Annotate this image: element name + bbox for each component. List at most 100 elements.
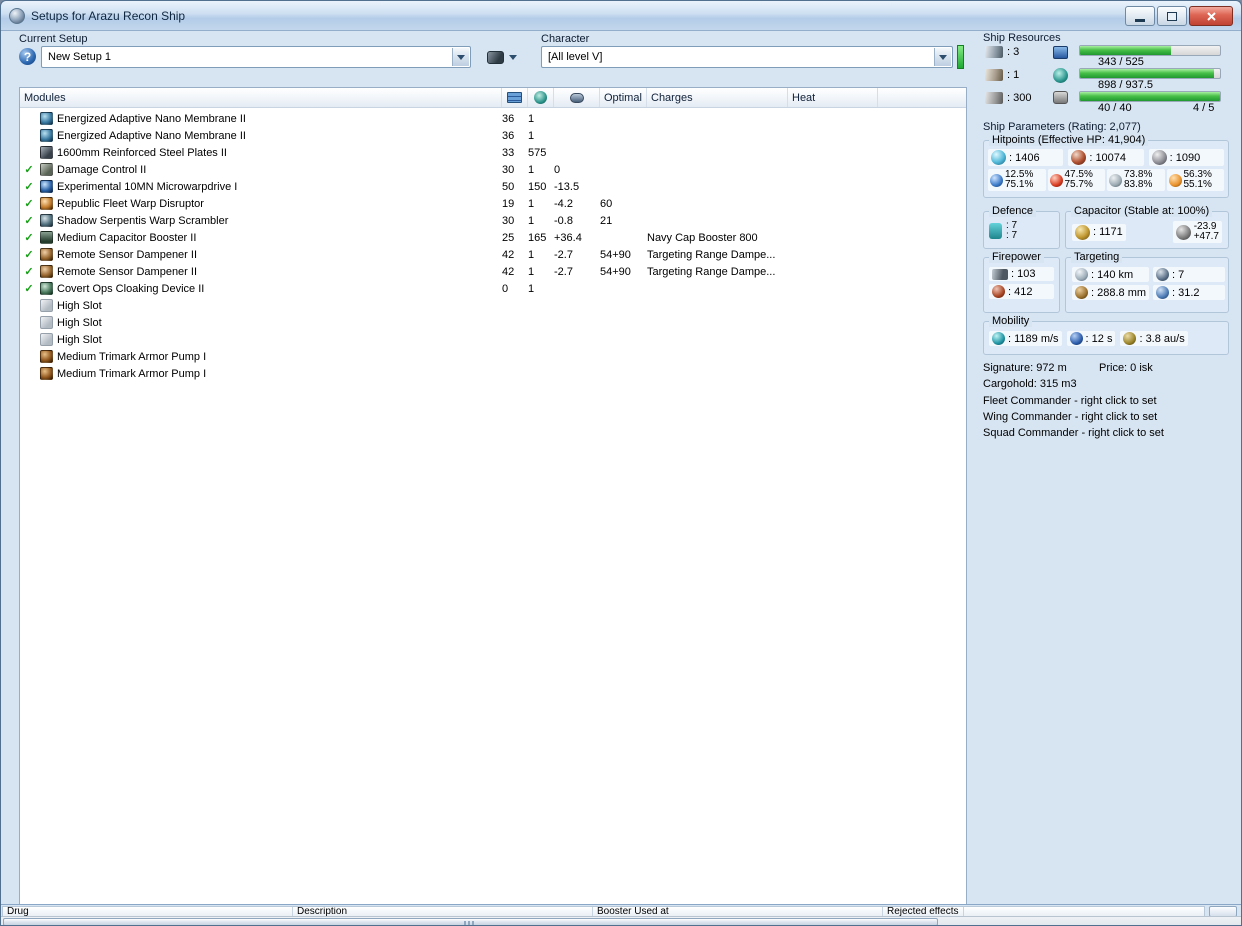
launcher-count: : 1: [1007, 69, 1020, 81]
table-row[interactable]: ✓ Covert Ops Cloaking Device II 0 1: [20, 280, 966, 297]
module-cpu: 30: [502, 214, 515, 227]
module-name: Covert Ops Cloaking Device II: [57, 282, 205, 295]
module-icon: [39, 299, 53, 312]
module-icon: [39, 112, 53, 125]
table-row[interactable]: High Slot: [20, 314, 966, 331]
table-row[interactable]: Medium Trimark Armor Pump I: [20, 348, 966, 365]
module-cpu: 36: [502, 129, 515, 142]
module-powergrid: 1: [528, 112, 535, 125]
horizontal-scrollbar[interactable]: [1, 916, 1241, 925]
module-name: Republic Fleet Warp Disruptor: [57, 197, 204, 210]
module-name: Experimental 10MN Microwarpdrive I: [57, 180, 238, 193]
restore-icon: [1167, 11, 1177, 21]
column-header-capacitor[interactable]: [554, 88, 600, 107]
rig-slots-text: 4 / 5: [1193, 102, 1215, 114]
module-powergrid: 575: [528, 146, 547, 159]
warp-speed: : 3.8 au/s: [1120, 331, 1188, 346]
current-setup-select[interactable]: New Setup 1: [41, 46, 471, 68]
table-row[interactable]: ✓ Remote Sensor Dampener II 42 1 -2.7 54…: [20, 263, 966, 280]
column-header-charges[interactable]: Charges: [647, 88, 788, 107]
character-select[interactable]: [All level V]: [541, 46, 953, 68]
resist-item: 47.5% 75.7%: [1047, 169, 1105, 191]
fit-check-icon: ✓: [24, 283, 34, 295]
damage-type-icon: [1109, 173, 1122, 187]
defence-title: Defence: [989, 205, 1036, 217]
module-name: Damage Control II: [57, 163, 147, 176]
titlebar[interactable]: Setups for Arazu Recon Ship: [1, 1, 1241, 31]
boosters-panel: Drug Description Booster Used at Rejected e…: [1, 904, 1241, 925]
table-row[interactable]: Energized Adaptive Nano Membrane II 36 1: [20, 110, 966, 127]
module-charges: Targeting Range Dampe...: [647, 265, 776, 278]
module-name: Remote Sensor Dampener II: [57, 265, 198, 278]
max-targets-icon: [1156, 268, 1170, 281]
column-header-powergrid[interactable]: [528, 88, 554, 107]
restore-button[interactable]: [1157, 6, 1187, 26]
app-icon: [9, 7, 25, 24]
squad-commander-text[interactable]: Squad Commander - right click to set: [983, 427, 1164, 439]
capacitor-icon: [569, 92, 584, 103]
speed-icon: [992, 332, 1005, 345]
resist-item: 56.3% 55.1%: [1166, 169, 1224, 191]
range-icon: [1075, 268, 1088, 281]
table-row[interactable]: High Slot: [20, 297, 966, 314]
table-row[interactable]: ✓ Medium Capacitor Booster II 25 165 +36…: [20, 229, 966, 246]
module-charges: Targeting Range Dampe...: [647, 248, 776, 261]
scrollbar-thumb[interactable]: [3, 918, 938, 925]
module-icon: [39, 350, 53, 363]
table-row[interactable]: ✓ Damage Control II 30 1 0: [20, 161, 966, 178]
booster-column-header: Rejected effects: [883, 907, 964, 916]
chevron-down-icon[interactable]: [452, 48, 469, 66]
fit-check-icon: ✓: [24, 266, 34, 278]
table-row[interactable]: Energized Adaptive Nano Membrane II 36 1: [20, 127, 966, 144]
capacitor-amount: : 1171: [1072, 223, 1126, 241]
table-row[interactable]: ✓ Shadow Serpentis Warp Scrambler 30 1 -…: [20, 212, 966, 229]
help-icon[interactable]: ?: [19, 48, 36, 65]
module-name: 1600mm Reinforced Steel Plates II: [57, 146, 227, 159]
powergrid-bar: [1079, 68, 1221, 79]
booster-column-header: Booster Used at: [593, 907, 883, 916]
module-cap-use: -2.7: [554, 248, 573, 261]
table-row[interactable]: ✓ Experimental 10MN Microwarpdrive I 50 …: [20, 178, 966, 195]
close-button[interactable]: [1189, 6, 1233, 26]
damage-type-icon: [1168, 173, 1182, 187]
column-header-heat[interactable]: Heat: [788, 88, 878, 107]
module-cap-use: -0.8: [554, 214, 573, 227]
table-row[interactable]: ✓ Remote Sensor Dampener II 42 1 -2.7 54…: [20, 246, 966, 263]
current-setup-value: New Setup 1: [48, 51, 111, 63]
table-row[interactable]: High Slot: [20, 331, 966, 348]
fleet-commander-text[interactable]: Fleet Commander - right click to set: [983, 395, 1157, 407]
table-row[interactable]: ✓ Republic Fleet Warp Disruptor 19 1 -4.…: [20, 195, 966, 212]
capacitor-title: Capacitor (Stable at: 100%): [1071, 205, 1213, 217]
mobility-title: Mobility: [989, 315, 1033, 327]
current-setup-label: Current Setup: [19, 33, 88, 45]
module-cpu: 33: [502, 146, 515, 159]
setup-menu-button[interactable]: [481, 46, 523, 68]
scrollbar-grip-icon: [463, 921, 474, 925]
targeting-title: Targeting: [1071, 251, 1123, 263]
module-optimal: 60: [600, 197, 613, 210]
close-icon: [1206, 11, 1216, 21]
module-cpu: 42: [502, 248, 515, 261]
window-title: Setups for Arazu Recon Ship: [31, 8, 186, 23]
booster-column-header: Drug: [3, 907, 293, 916]
targeting-range: : 140 km: [1072, 267, 1150, 282]
fit-check-icon: ✓: [24, 215, 34, 227]
table-row[interactable]: 1600mm Reinforced Steel Plates II 33 575: [20, 144, 966, 161]
firepower-box: Firepower : 103 : 412: [983, 251, 1060, 313]
hitpoints-title: Hitpoints (Effective HP: 41,904): [989, 134, 1149, 146]
module-powergrid: 165: [528, 231, 547, 244]
column-header-optimal[interactable]: Optimal: [600, 88, 647, 107]
ship-parameters-title: Ship Parameters (Rating: 2,077): [983, 121, 1141, 133]
minimize-button[interactable]: [1125, 6, 1155, 26]
calibration-bar: [1079, 91, 1221, 102]
wing-commander-text[interactable]: Wing Commander - right click to set: [983, 411, 1157, 423]
booster-column-header: Description: [293, 907, 593, 916]
module-cap-use: -13.5: [554, 180, 580, 193]
fit-check-icon: ✓: [24, 164, 34, 176]
mobility-box: Mobility : 1189 m/s : 12 s : 3.8 au/s: [983, 315, 1229, 355]
module-name: High Slot: [57, 299, 102, 312]
table-row[interactable]: Medium Trimark Armor Pump I: [20, 365, 966, 382]
column-header-modules[interactable]: Modules: [20, 88, 502, 107]
chevron-down-icon[interactable]: [934, 48, 951, 66]
column-header-cpu[interactable]: [502, 88, 528, 107]
